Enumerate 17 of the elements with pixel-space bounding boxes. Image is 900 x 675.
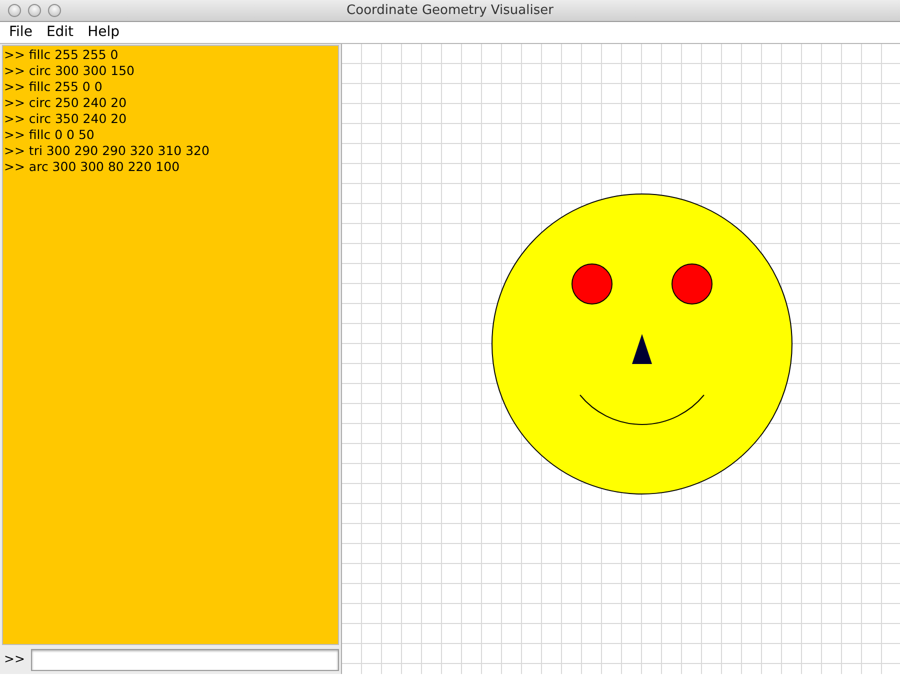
prompt-label: >> [4, 650, 25, 668]
console-line: >> fillc 255 255 0 [4, 47, 120, 63]
minimize-icon[interactable] [28, 4, 41, 17]
console-line: >> fillc 0 0 50 [4, 127, 96, 143]
console-line: >> circ 350 240 20 [4, 111, 128, 127]
console-line: >> circ 300 300 150 [4, 63, 136, 79]
menu-item[interactable]: Help [80, 22, 126, 43]
console-line: >> circ 250 240 20 [4, 95, 128, 111]
console-line: >> tri 300 290 290 320 310 320 [4, 143, 210, 159]
zoom-icon[interactable] [48, 4, 61, 17]
console-line: >> fillc 255 0 0 [4, 79, 104, 95]
console-line: >> arc 300 300 80 220 100 [4, 159, 181, 175]
menu-item[interactable]: Edit [39, 22, 81, 43]
command-input[interactable] [30, 648, 339, 670]
window-title: Coordinate Geometry Visualiser [346, 2, 554, 20]
menu-item[interactable]: File [2, 22, 40, 43]
close-icon[interactable] [8, 4, 21, 17]
